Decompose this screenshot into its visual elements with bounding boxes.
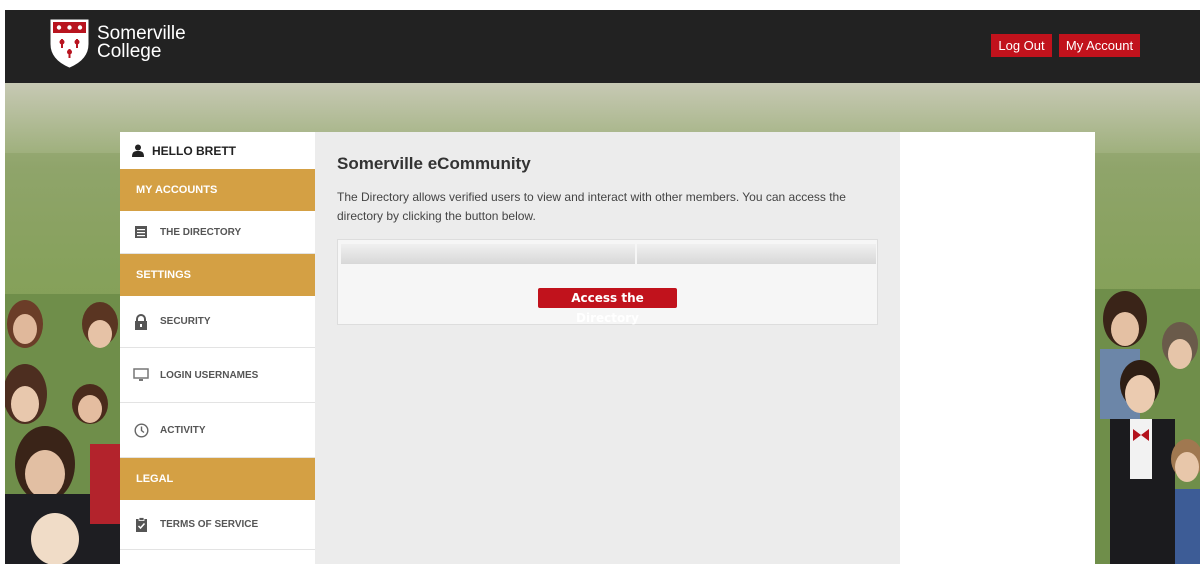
sidebar-item-terms[interactable]: TERMS OF SERVICE	[120, 500, 315, 550]
sidebar-item-label: SECURITY	[160, 316, 211, 327]
brand-line-2: College	[97, 41, 162, 62]
top-header: Somerville College Log Out My Account	[5, 10, 1200, 83]
page-title: Somerville eCommunity	[337, 154, 531, 173]
sidebar-item-label: TERMS OF SERVICE	[160, 519, 259, 530]
my-account-button[interactable]: My Account	[1059, 34, 1140, 57]
sidebar: HELLO BRETT MY ACCOUNTS THE DIRECTORY SE…	[120, 132, 315, 564]
sidebar-item-label: ACTIVITY	[160, 424, 206, 436]
sidebar-item-login-usernames[interactable]: LOGIN USERNAMES	[120, 348, 315, 403]
access-directory-button[interactable]: Access the Directory	[538, 288, 677, 325]
right-column	[900, 132, 1095, 564]
logout-button[interactable]: Log Out	[991, 34, 1052, 57]
page-description: The Directory allows verified users to v…	[337, 190, 846, 223]
sidebar-item-label: THE DIRECTORY	[160, 226, 242, 238]
clipboard-check-icon	[132, 516, 150, 534]
sidebar-item-security[interactable]: SECURITY	[120, 296, 315, 348]
section-legal: LEGAL	[120, 458, 315, 500]
lock-icon	[132, 313, 150, 331]
user-greeting: HELLO BRETT	[120, 132, 315, 169]
section-my-accounts: MY ACCOUNTS	[120, 169, 315, 211]
sidebar-item-directory[interactable]: THE DIRECTORY	[120, 211, 315, 254]
sidebar-item-activity[interactable]: ACTIVITY	[120, 403, 315, 458]
brand-logo[interactable]: Somerville College	[49, 18, 186, 68]
brand-name: Somerville College	[97, 24, 186, 62]
college-crest-icon	[50, 19, 89, 68]
greeting-text: HELLO BRETT	[152, 143, 236, 158]
user-icon	[132, 144, 144, 157]
directory-panel: Access the Directory	[337, 239, 878, 325]
account-card: HELLO BRETT MY ACCOUNTS THE DIRECTORY SE…	[120, 132, 1095, 564]
crowd-right-image	[1095, 289, 1200, 564]
monitor-icon	[132, 366, 150, 384]
panel-header	[341, 244, 876, 264]
sidebar-item-label: LOGIN USERNAMES	[160, 369, 259, 381]
directory-icon	[132, 223, 150, 241]
main-content: Somerville eCommunity The Directory allo…	[315, 132, 900, 564]
section-settings: SETTINGS	[120, 254, 315, 296]
clock-icon	[132, 421, 150, 439]
panel-header-right	[637, 244, 876, 264]
panel-header-left	[341, 244, 635, 264]
crowd-left-image	[5, 294, 120, 564]
